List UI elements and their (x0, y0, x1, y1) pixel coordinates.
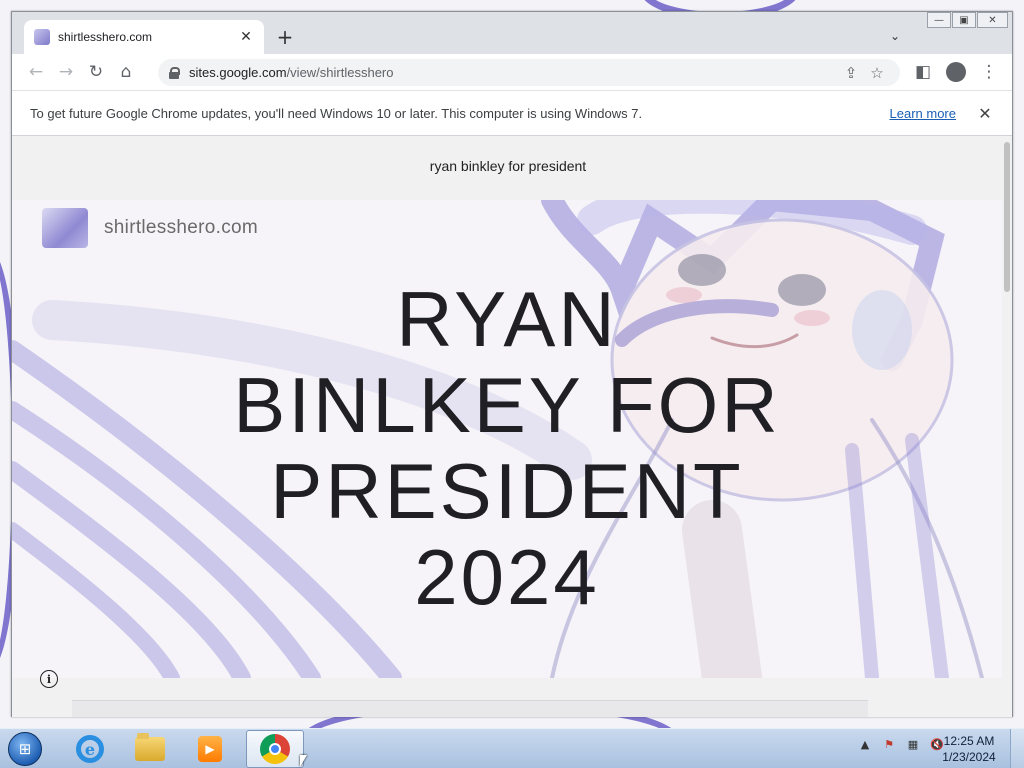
infobar-message: To get future Google Chrome updates, you… (30, 105, 643, 121)
learn-more-link[interactable]: Learn more (890, 106, 956, 121)
headline-line: BINLKEY FOR (233, 361, 781, 449)
share-icon[interactable]: ⇪ (838, 60, 864, 86)
media-player-icon: ▶ (198, 736, 222, 762)
taskbar-internet-explorer[interactable]: e (64, 730, 116, 768)
site-brand[interactable]: shirtlesshero.com (42, 208, 258, 248)
headline-line: 2024 (414, 533, 600, 621)
headline-line: PRESIDENT (270, 447, 744, 535)
clock-date: 1/23/2024 (942, 750, 996, 764)
home-button[interactable]: ⌂ (111, 57, 141, 87)
clock-time: 12:25 AM (943, 734, 995, 748)
profile-avatar-icon[interactable] (941, 57, 971, 87)
side-panel-icon[interactable]: ◧ (908, 57, 938, 87)
start-button[interactable]: ⊞ (4, 730, 46, 768)
hero-banner: shirtlesshero.com RYAN BINLKEY FOR PRESI… (12, 200, 1004, 678)
minimize-button[interactable]: — (927, 12, 951, 28)
taskbar-media-player[interactable]: ▶ (184, 730, 236, 768)
next-section-edge (72, 700, 868, 717)
windows-taskbar: ⊞ e ▶ ▲ ⚑ ▦ 🔇 12:25 AM 1/23/2024 (0, 728, 1024, 768)
scrollbar-thumb[interactable] (1004, 142, 1010, 292)
headline-line: RYAN (396, 275, 618, 363)
windows-logo-icon: ⊞ (8, 732, 42, 766)
taskbar-windows-explorer[interactable] (124, 730, 176, 768)
site-title[interactable]: ryan binkley for president (12, 158, 1004, 174)
reload-button[interactable]: ↻ (81, 57, 111, 87)
info-icon[interactable]: i (40, 670, 58, 688)
desktop-icon-edge[interactable] (1, 686, 9, 696)
brand-name[interactable]: shirtlesshero.com (104, 217, 258, 239)
forward-button[interactable]: → (51, 57, 81, 87)
close-window-button[interactable]: ✕ (977, 12, 1008, 28)
page-viewport: ryan binkley for president shirtlesshero… (12, 136, 1004, 717)
network-icon[interactable]: ▦ (904, 735, 922, 753)
url-text[interactable]: sites.google.com/view/shirtlesshero (189, 65, 838, 80)
desktop-icon-edge[interactable] (1, 374, 9, 384)
taskbar-google-chrome[interactable] (246, 730, 304, 768)
new-tab-button[interactable]: + (274, 25, 296, 49)
chrome-icon (260, 734, 290, 764)
desktop-icon-edge[interactable] (1, 166, 9, 176)
site-logo-image[interactable] (42, 208, 88, 248)
lock-icon[interactable] (168, 66, 180, 79)
desktop-icon-edge[interactable] (1, 478, 9, 488)
close-tab-icon[interactable]: ✕ (238, 29, 254, 45)
folder-icon (135, 733, 165, 761)
tab-search-chevron-icon[interactable]: ⌄ (886, 28, 904, 44)
hero-headline: RYAN BINLKEY FOR PRESIDENT 2024 (162, 276, 852, 620)
tab-title: shirtlesshero.com (58, 30, 153, 44)
tab-shirtlesshero[interactable]: shirtlesshero.com ✕ (24, 20, 264, 54)
desktop-icon-edge[interactable] (1, 270, 9, 280)
tab-strip: shirtlesshero.com ✕ + ⌄ — ▣ ✕ (12, 12, 1012, 54)
back-button[interactable]: ← (21, 57, 51, 87)
update-infobar: To get future Google Chrome updates, you… (12, 90, 1012, 136)
action-center-flag-icon[interactable]: ⚑ (880, 735, 898, 753)
address-bar[interactable]: sites.google.com/view/shirtlesshero ⇪ ☆ (158, 59, 900, 86)
mouse-cursor-icon (300, 755, 307, 767)
close-infobar-icon[interactable]: ✕ (976, 104, 994, 123)
bookmark-star-icon[interactable]: ☆ (864, 60, 890, 86)
page-scrollbar[interactable] (1002, 136, 1012, 717)
site-favicon-icon (34, 29, 50, 45)
show-desktop-button[interactable] (1010, 729, 1024, 768)
more-menu-icon[interactable]: ⋮ (974, 57, 1004, 87)
chrome-window: shirtlesshero.com ✕ + ⌄ — ▣ ✕ ← → ↻ ⌂ si… (11, 11, 1013, 717)
desktop-icon-edge[interactable] (1, 582, 9, 592)
internet-explorer-icon: e (76, 735, 104, 763)
maximize-button[interactable]: ▣ (952, 12, 976, 28)
show-hidden-icons-arrow-icon[interactable]: ▲ (856, 735, 874, 753)
system-tray: ▲ ⚑ ▦ 🔇 (856, 735, 946, 753)
browser-toolbar: ← → ↻ ⌂ sites.google.com/view/shirtlessh… (12, 54, 1012, 90)
system-clock[interactable]: 12:25 AM 1/23/2024 (940, 733, 998, 765)
